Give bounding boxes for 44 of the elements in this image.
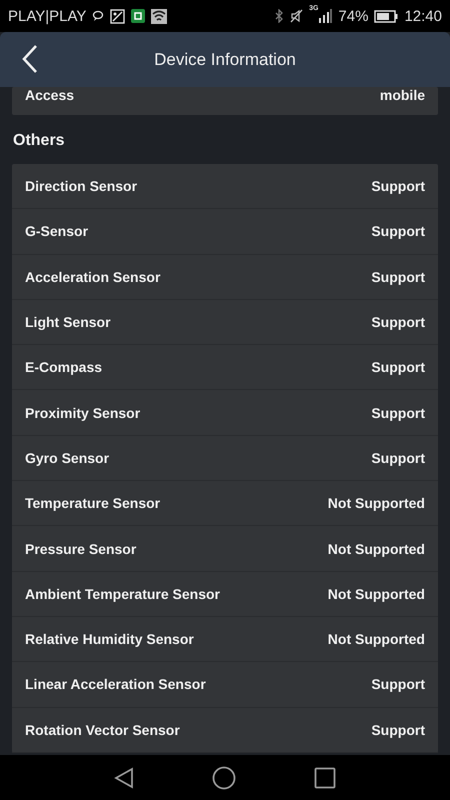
sensor-name: Relative Humidity Sensor bbox=[25, 631, 194, 648]
app-icon bbox=[131, 9, 146, 23]
signal-icon bbox=[318, 9, 332, 23]
clock: 12:40 bbox=[404, 8, 442, 24]
sensor-status: Not Supported bbox=[328, 540, 425, 557]
info-label: Access bbox=[25, 87, 74, 103]
bluetooth-icon bbox=[275, 9, 284, 23]
sensor-name: Temperature Sensor bbox=[25, 495, 160, 512]
sensor-status: Support bbox=[371, 178, 425, 194]
home-icon[interactable] bbox=[212, 766, 236, 790]
back-icon[interactable] bbox=[114, 766, 134, 788]
sensor-status: Support bbox=[371, 314, 425, 330]
sensor-status: Support bbox=[371, 722, 425, 738]
wifi-icon bbox=[151, 8, 168, 24]
battery-percent: 74% bbox=[338, 8, 368, 24]
muted-speaker-icon bbox=[290, 9, 304, 23]
sensor-status: Support bbox=[371, 359, 425, 376]
chat-icon bbox=[92, 10, 104, 22]
sensor-status: Not Supported bbox=[328, 586, 425, 602]
carrier-name: PLAY|PLAY bbox=[8, 8, 86, 24]
sensor-status: Support bbox=[371, 223, 425, 240]
sensor-name: Pressure Sensor bbox=[25, 540, 136, 557]
page-title: Device Information bbox=[154, 50, 296, 70]
sensor-status: Support bbox=[371, 676, 425, 692]
battery-icon bbox=[374, 10, 398, 22]
sensor-name: Linear Acceleration Sensor bbox=[25, 676, 206, 692]
image-icon bbox=[110, 8, 126, 24]
section-title: Others bbox=[12, 131, 66, 151]
sensor-name: Proximity Sensor bbox=[25, 404, 140, 421]
sensor-status: Support bbox=[371, 404, 425, 421]
sensor-name: G-Sensor bbox=[25, 223, 88, 240]
recent-apps-icon[interactable] bbox=[314, 766, 336, 788]
info-value: mobile bbox=[380, 87, 425, 103]
sensor-name: Light Sensor bbox=[25, 314, 111, 330]
sensor-name: Ambient Temperature Sensor bbox=[25, 586, 220, 602]
sensor-name: Acceleration Sensor bbox=[25, 268, 160, 285]
sensor-status: Support bbox=[371, 268, 425, 285]
sensor-status: Not Supported bbox=[328, 631, 425, 648]
sensor-name: E-Compass bbox=[25, 359, 102, 376]
sensor-name: Gyro Sensor bbox=[25, 450, 110, 466]
sensor-status: Support bbox=[371, 450, 425, 466]
sensor-name: Rotation Vector Sensor bbox=[25, 722, 180, 738]
sensor-status: Not Supported bbox=[328, 495, 425, 512]
sensor-name: Direction Sensor bbox=[25, 178, 138, 194]
